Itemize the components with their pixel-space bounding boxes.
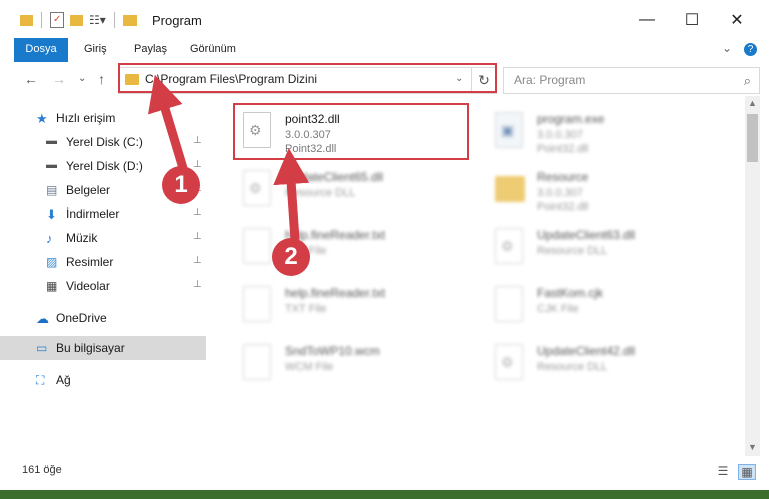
- step-2-badge: 2: [272, 238, 310, 276]
- step-1-badge: 1: [162, 166, 200, 204]
- arrow-to-address: [147, 74, 188, 170]
- annotation-arrows: [147, 74, 310, 241]
- arrow-to-file: [273, 148, 310, 241]
